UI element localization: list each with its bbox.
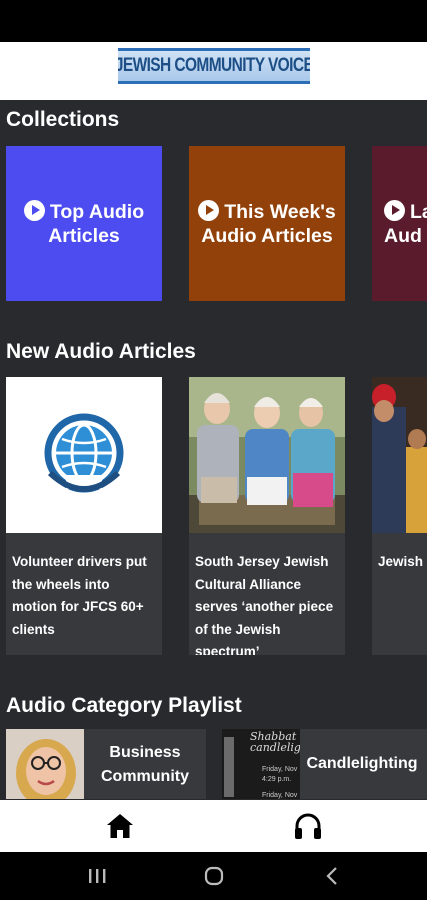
- thumb-line: Friday, Nov: [262, 766, 298, 773]
- logo-text: JEWISH COMMUNITY VOICE: [118, 54, 310, 76]
- collection-card-top-audio[interactable]: Top Audio Articles: [6, 146, 162, 301]
- collection-label-line1: Top Audio: [49, 200, 145, 223]
- status-bar: [0, 0, 427, 42]
- article-card-partial[interactable]: Jewish conden element shootin some p: [372, 377, 427, 655]
- article-image: [189, 377, 345, 533]
- article-image: [372, 377, 427, 533]
- playlist-card-candlelighting[interactable]: Shabbat candlelight Friday, Nov 4:29 p.m…: [222, 729, 427, 799]
- system-navigation-bar: [0, 852, 427, 900]
- portrait-woman-icon: [6, 729, 84, 799]
- thumb-line: 4:29 p.m.: [262, 776, 292, 783]
- recent-apps-icon: [89, 869, 106, 883]
- playlist-heading: Audio Category Playlist: [6, 694, 242, 717]
- playlist-label-line2: Community: [101, 768, 189, 785]
- playlist-row[interactable]: Business Community Shabbat candlelight F…: [0, 729, 427, 800]
- candle-icon: [224, 737, 234, 797]
- app-header: JEWISH COMMUNITY VOICE: [0, 42, 427, 100]
- bottom-navigation: [0, 800, 427, 852]
- back-chevron-icon: [326, 867, 337, 885]
- playlist-thumbnail: [6, 729, 84, 799]
- headphones-icon: [295, 813, 321, 839]
- article-title: Volunteer drivers put the wheels into mo…: [12, 554, 147, 637]
- collection-label-line1: La: [410, 200, 427, 223]
- play-circle-icon: [198, 199, 220, 221]
- playlist-label-line1: Candlelighting: [306, 755, 418, 772]
- playlist-card-business-community[interactable]: Business Community: [6, 729, 206, 799]
- collection-card-this-week[interactable]: This Week's Audio Articles: [189, 146, 345, 301]
- nav-audio-button[interactable]: [290, 810, 326, 842]
- article-title: South Jersey Jewish Cultural Alliance se…: [195, 554, 334, 655]
- home-circle-icon: [204, 866, 224, 886]
- app-logo: JEWISH COMMUNITY VOICE: [118, 48, 310, 84]
- home-icon: [107, 814, 133, 838]
- new-articles-row[interactable]: Volunteer drivers put the wheels into mo…: [0, 377, 427, 655]
- thumb-details: Friday, Nov 4:29 p.m. Friday, Nov: [262, 765, 297, 799]
- collections-row[interactable]: Top Audio Articles This Week's Audio Art…: [0, 146, 427, 306]
- collections-heading: Collections: [6, 108, 120, 131]
- article-title: Jewish conden element shootin some p: [378, 554, 427, 569]
- playlist-label: Business Community: [90, 741, 200, 789]
- recent-apps-button[interactable]: [82, 864, 112, 888]
- play-circle-icon: [384, 199, 405, 221]
- playlist-label: Candlelighting: [306, 752, 418, 776]
- article-card[interactable]: South Jersey Jewish Cultural Alliance se…: [189, 377, 345, 655]
- collection-label-line2: Audio Articles: [201, 224, 333, 247]
- collection-label-line1: This Week's: [224, 200, 336, 223]
- playlist-label-line1: Business: [109, 744, 181, 761]
- photo-three-women-icon: [189, 377, 345, 533]
- photo-crowd-icon: [372, 377, 427, 533]
- new-articles-heading: New Audio Articles: [6, 340, 196, 363]
- article-image: [6, 377, 162, 533]
- thumb-line: candlelight: [250, 741, 300, 754]
- thumb-heading: Shabbat candlelight: [250, 731, 300, 753]
- playlist-thumbnail: Shabbat candlelight Friday, Nov 4:29 p.m…: [222, 729, 300, 799]
- play-circle-icon: [23, 199, 45, 221]
- nav-home-button[interactable]: [102, 810, 138, 842]
- main-content[interactable]: Collections Top Audio Articles This Week…: [0, 100, 427, 800]
- thumb-line: Friday, Nov: [262, 792, 298, 799]
- collection-label-line2: Aud: [384, 224, 422, 247]
- system-back-button[interactable]: [318, 864, 348, 888]
- article-card[interactable]: Volunteer drivers put the wheels into mo…: [6, 377, 162, 655]
- collection-label-line2: Articles: [48, 224, 120, 247]
- system-home-button[interactable]: [199, 864, 229, 888]
- globe-logo-icon: [44, 413, 124, 493]
- collection-card-partial[interactable]: La Aud: [372, 146, 427, 301]
